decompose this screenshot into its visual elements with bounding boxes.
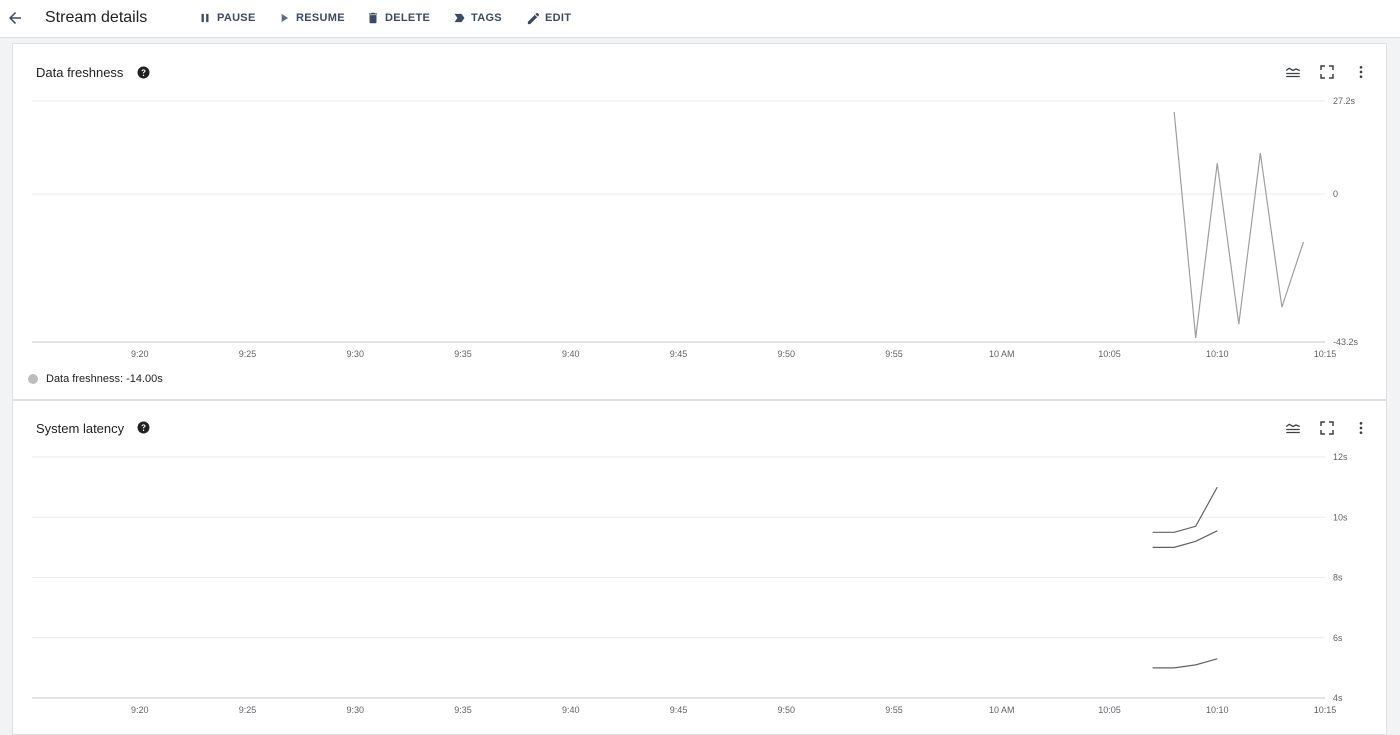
- y-tick-label: 0: [1333, 189, 1338, 199]
- resume-button[interactable]: RESUME: [276, 9, 345, 27]
- x-tick-label: 10:15: [1314, 349, 1337, 359]
- trash-icon: [365, 10, 381, 26]
- x-tick-label: 9:35: [454, 705, 472, 715]
- y-tick-label: 12s: [1333, 452, 1348, 462]
- tags-button-label: TAGS: [471, 12, 502, 24]
- x-tick-label: 9:30: [346, 705, 364, 715]
- delete-button-label: DELETE: [385, 12, 431, 24]
- x-tick-label: 10 AM: [989, 349, 1015, 359]
- x-tick-label: 10 AM: [989, 705, 1015, 715]
- x-tick-label: 10:10: [1206, 349, 1229, 359]
- x-tick-label: 9:25: [239, 705, 257, 715]
- y-tick-label: -43.2s: [1333, 337, 1359, 347]
- resume-button-label: RESUME: [296, 12, 345, 24]
- series-line: [1152, 530, 1218, 548]
- page-title: Stream details: [45, 9, 148, 26]
- x-tick-label: 9:45: [670, 705, 688, 715]
- pause-button[interactable]: PAUSE: [197, 9, 256, 27]
- legend-label: Data freshness: -14.00s: [46, 373, 163, 385]
- x-tick-label: 9:50: [777, 705, 795, 715]
- arrow-back-icon: [9, 12, 21, 24]
- system-latency-chart: 12s 10s 8s 6s 4s 9:20 9:25 9:30 9:35 9:40 9:45 9:50…: [32, 452, 1348, 715]
- pause-button-label: PAUSE: [217, 12, 256, 24]
- y-tick-label: 8s: [1333, 573, 1343, 583]
- y-tick-label: 27.2s: [1333, 96, 1356, 106]
- x-tick-label: 9:55: [885, 349, 903, 359]
- system-latency-card: System latency 12s 10s 8s 6s 4s 9:20 9:25 9:30 9…: [12, 400, 1387, 735]
- top-app-bar: Stream details PAUSE RESUME DELETE TAGS …: [0, 0, 1400, 38]
- y-tick-label: 6s: [1333, 633, 1343, 643]
- x-tick-label: 10:10: [1206, 705, 1229, 715]
- y-tick-label: 10s: [1333, 512, 1348, 522]
- edit-button-label: EDIT: [545, 12, 572, 24]
- tag-icon: [451, 10, 467, 26]
- x-tick-label: 9:50: [777, 349, 795, 359]
- series-line: [1152, 658, 1218, 669]
- x-tick-label: 9:55: [885, 705, 903, 715]
- x-tick-label: 10:05: [1098, 705, 1121, 715]
- tags-button[interactable]: TAGS: [451, 9, 502, 27]
- pause-icon: [197, 10, 213, 26]
- delete-button[interactable]: DELETE: [365, 9, 430, 27]
- x-tick-label: 9:40: [562, 349, 580, 359]
- play-icon: [276, 10, 292, 26]
- x-tick-label: 9:35: [454, 349, 472, 359]
- x-tick-label: 9:25: [239, 349, 257, 359]
- x-tick-label: 10:05: [1098, 349, 1121, 359]
- pencil-icon: [525, 10, 541, 26]
- x-tick-label: 9:20: [131, 705, 149, 715]
- series-line: [1152, 486, 1218, 533]
- data-freshness-chart: 27.2s 0 -43.2s 9:20 9:25 9:30 9:35 9:40 9:45 9:50…: [32, 96, 1359, 359]
- x-tick-label: 9:30: [346, 349, 364, 359]
- x-tick-label: 9:20: [131, 349, 149, 359]
- y-tick-label: 4s: [1333, 693, 1343, 703]
- x-tick-label: 10:15: [1314, 705, 1337, 715]
- back-arrow-button[interactable]: [4, 6, 26, 30]
- series-line: [1173, 111, 1305, 338]
- x-tick-label: 9:40: [562, 705, 580, 715]
- edit-button[interactable]: EDIT: [525, 9, 571, 27]
- data-freshness-card: Data freshness 27.2s 0 -43.2s 9:20 9:25 9:30 9…: [12, 43, 1387, 400]
- chart-legend: Data freshness: -14.00s: [28, 373, 163, 385]
- x-tick-label: 9:45: [670, 349, 688, 359]
- legend-swatch: [28, 374, 38, 384]
